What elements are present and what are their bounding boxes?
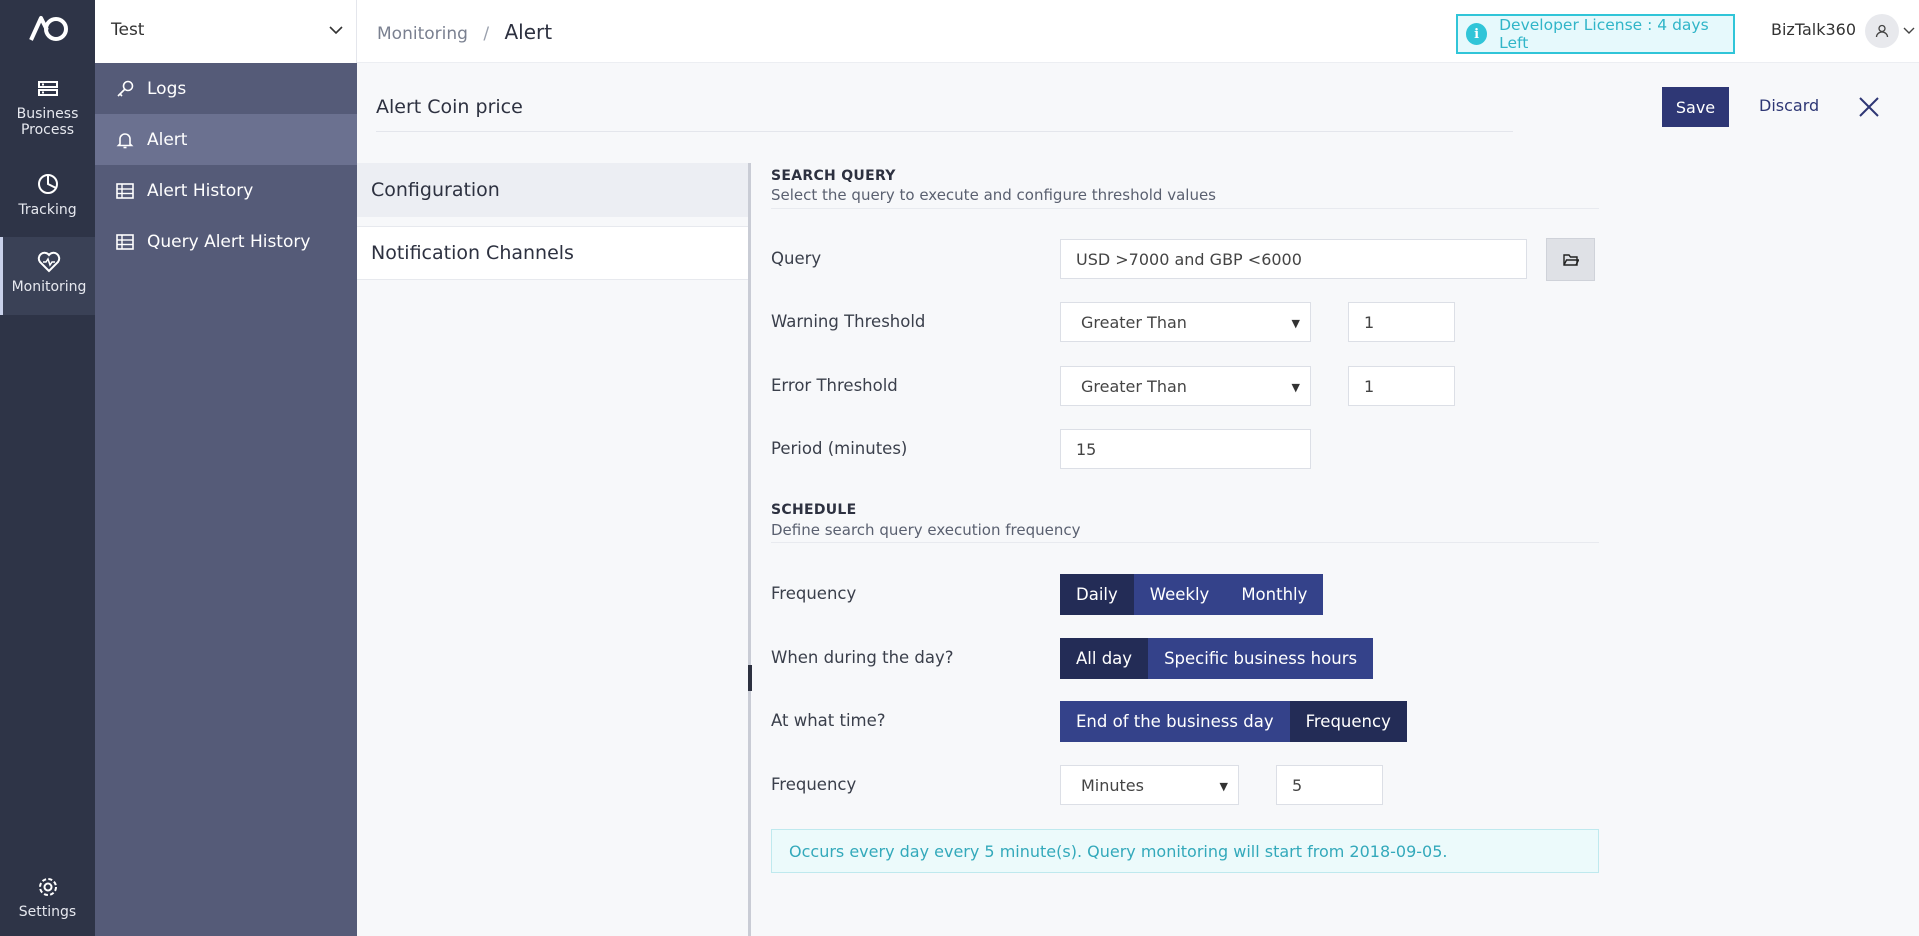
save-button[interactable]: Save: [1662, 87, 1729, 127]
frequency-label: Frequency: [771, 584, 857, 603]
user-name[interactable]: BizTalk360: [1771, 20, 1856, 39]
subnav-item-label: Alert: [147, 129, 188, 150]
time-option-frequency[interactable]: Frequency: [1289, 701, 1407, 742]
close-icon[interactable]: [1858, 96, 1880, 118]
section-subtitle: Select the query to execute and configur…: [771, 186, 1216, 204]
period-input[interactable]: 15: [1060, 429, 1311, 469]
app-logo-icon[interactable]: [27, 12, 69, 44]
app-rail: Business Process Tracking Monitoring Set…: [0, 0, 95, 936]
bell-icon: [116, 132, 134, 148]
subnav-item-query-alert-history[interactable]: Query Alert History: [95, 216, 357, 267]
secondary-nav: Test Logs Alert Alert History Query Aler…: [95, 0, 357, 936]
form-tabs: Configuration Notification Channels: [357, 163, 750, 936]
tab-configuration[interactable]: Configuration: [357, 163, 750, 217]
breadcrumb-parent[interactable]: Monitoring: [377, 24, 468, 44]
avatar[interactable]: [1865, 14, 1899, 48]
error-threshold-input[interactable]: 1: [1348, 366, 1455, 406]
environment-select-value: Test: [111, 20, 145, 40]
subnav-item-logs[interactable]: Logs: [95, 63, 357, 114]
caret-down-icon: ▼: [1291, 317, 1300, 330]
during-option-specific-hours[interactable]: Specific business hours: [1148, 638, 1374, 679]
select-value: Greater Than: [1081, 312, 1187, 332]
folder-open-icon: [1562, 253, 1579, 266]
monitoring-icon: [37, 251, 61, 273]
rail-item-label: Tracking: [18, 202, 77, 218]
frequency-unit-label: Frequency: [771, 775, 857, 794]
divider: [771, 208, 1599, 209]
during-day-segmented-control: All day Specific business hours: [1060, 638, 1374, 679]
discard-button[interactable]: Discard: [1759, 96, 1819, 115]
subnav-item-alert-history[interactable]: Alert History: [95, 165, 357, 216]
splitter-handle[interactable]: [748, 665, 752, 691]
rail-item-monitoring[interactable]: Monitoring: [0, 237, 95, 315]
frequency-value-input[interactable]: 5: [1276, 765, 1383, 805]
key-icon: [117, 80, 134, 97]
query-label: Query: [771, 249, 822, 268]
period-label: Period (minutes): [771, 439, 908, 458]
at-what-time-label: At what time?: [771, 711, 886, 730]
frequency-option-monthly[interactable]: Monthly: [1225, 574, 1324, 615]
time-option-end-of-day[interactable]: End of the business day: [1060, 701, 1290, 742]
at-what-time-segmented-control: End of the business day Frequency: [1060, 701, 1407, 742]
during-day-label: When during the day?: [771, 648, 954, 667]
subnav-item-alert[interactable]: Alert: [95, 114, 357, 165]
chevron-down-icon: [329, 26, 343, 35]
tracking-icon: [37, 174, 58, 194]
rail-item-tracking[interactable]: Tracking: [0, 172, 95, 218]
rail-item-label: Settings: [18, 904, 77, 920]
breadcrumb-separator: /: [483, 24, 490, 44]
warning-operator-select[interactable]: Greater Than ▼: [1060, 302, 1311, 342]
rail-item-settings[interactable]: Settings: [0, 876, 95, 920]
tab-notification-channels[interactable]: Notification Channels: [357, 226, 750, 280]
browse-query-button[interactable]: [1546, 238, 1595, 281]
info-icon: i: [1466, 23, 1488, 45]
license-banner[interactable]: i Developer License : 4 days Left: [1456, 14, 1735, 54]
subnav-item-label: Query Alert History: [147, 231, 311, 252]
table-icon: [116, 182, 134, 199]
gear-icon: [38, 878, 57, 896]
user-icon: [1875, 24, 1889, 38]
subnav-item-label: Alert History: [147, 180, 254, 201]
select-value: Minutes: [1081, 775, 1144, 795]
breadcrumb-current: Alert: [504, 20, 553, 44]
rail-item-label: Monitoring: [11, 279, 87, 295]
warning-threshold-label: Warning Threshold: [771, 312, 926, 331]
rail-item-business-process[interactable]: Business Process: [0, 80, 95, 138]
section-subtitle: Define search query execution frequency: [771, 521, 1081, 539]
query-input[interactable]: USD >7000 and GBP <6000: [1060, 239, 1527, 279]
section-title-schedule: SCHEDULE: [771, 502, 857, 518]
error-threshold-label: Error Threshold: [771, 376, 898, 395]
panel-splitter[interactable]: [748, 163, 751, 936]
page-title: Alert Coin price: [376, 96, 523, 118]
schedule-summary: Occurs every day every 5 minute(s). Quer…: [771, 829, 1599, 873]
divider: [376, 131, 1513, 132]
frequency-segmented-control: Daily Weekly Monthly: [1060, 574, 1324, 615]
chevron-down-icon[interactable]: [1903, 26, 1915, 36]
select-value: Greater Than: [1081, 376, 1187, 396]
frequency-option-daily[interactable]: Daily: [1060, 574, 1134, 615]
frequency-option-weekly[interactable]: Weekly: [1133, 574, 1226, 615]
divider: [771, 542, 1599, 543]
warning-threshold-input[interactable]: 1: [1348, 302, 1455, 342]
breadcrumb: Monitoring / Alert: [377, 20, 552, 44]
tab-label: Configuration: [371, 179, 500, 201]
caret-down-icon: ▼: [1219, 780, 1228, 793]
business-process-icon: [37, 81, 58, 96]
rail-item-label: Process: [20, 122, 75, 138]
environment-select[interactable]: Test: [95, 0, 357, 63]
table-icon: [116, 233, 134, 250]
during-option-all-day[interactable]: All day: [1060, 638, 1149, 679]
caret-down-icon: ▼: [1291, 381, 1300, 394]
top-bar: Monitoring / Alert i Developer License :…: [357, 0, 1919, 63]
tab-label: Notification Channels: [371, 242, 574, 264]
error-operator-select[interactable]: Greater Than ▼: [1060, 366, 1311, 406]
section-title-search-query: SEARCH QUERY: [771, 168, 896, 184]
rail-item-label: Business: [16, 106, 79, 122]
license-text: Developer License : 4 days Left: [1499, 16, 1709, 52]
frequency-unit-select[interactable]: Minutes ▼: [1060, 765, 1239, 805]
subnav-item-label: Logs: [147, 78, 187, 99]
